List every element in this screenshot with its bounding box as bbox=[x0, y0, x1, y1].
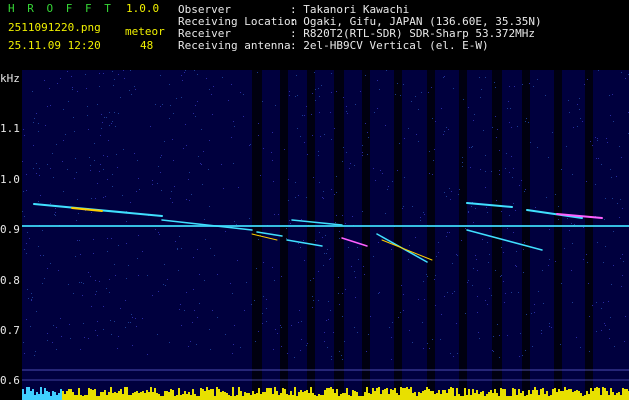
meteor-trace bbox=[466, 229, 543, 251]
spectrogram-plot bbox=[22, 70, 629, 400]
y-tick-label: 0.7 bbox=[0, 324, 20, 337]
meteor-trace bbox=[286, 239, 323, 247]
spectrogram-svg bbox=[22, 70, 629, 400]
gap-stripe bbox=[334, 70, 344, 400]
y-tick-label: 0.6 bbox=[0, 374, 20, 387]
file-name: 2511091220.png bbox=[8, 21, 101, 34]
antenna-value: : 2el-HB9CV Vertical (el. E-W) bbox=[290, 39, 489, 52]
gap-stripe bbox=[492, 70, 502, 400]
header-panel: H R O F F T 1.0.0 2511091220.png meteor … bbox=[0, 0, 629, 70]
gap-stripe bbox=[307, 70, 315, 400]
signal-level-bars bbox=[22, 387, 629, 400]
antenna-label: Receiving antenna bbox=[178, 39, 291, 52]
app-name: H R O F F T bbox=[8, 2, 114, 15]
gap-stripe bbox=[554, 70, 562, 400]
file-datetime: 25.11.09 12:20 bbox=[8, 39, 101, 52]
gap-stripe bbox=[427, 70, 435, 400]
meteor-traces bbox=[33, 202, 603, 263]
y-tick-label: 0.8 bbox=[0, 274, 20, 287]
meteor-trace bbox=[466, 202, 513, 208]
app-version: 1.0.0 bbox=[126, 2, 160, 15]
gap-stripe bbox=[459, 70, 467, 400]
meteor-label: meteor bbox=[125, 25, 165, 38]
y-tick-label: 0.9 bbox=[0, 223, 20, 236]
y-tick-label: 1.0 bbox=[0, 173, 20, 186]
y-tick-label: 1.1 bbox=[0, 122, 20, 135]
y-axis-unit: kHz bbox=[0, 72, 20, 85]
meteor-trace bbox=[381, 239, 433, 261]
meteor-count: 48 bbox=[140, 39, 154, 52]
gap-stripe bbox=[585, 70, 593, 400]
gap-stripe bbox=[362, 70, 370, 400]
gap-stripe bbox=[394, 70, 402, 400]
gap-stripe bbox=[280, 70, 288, 400]
